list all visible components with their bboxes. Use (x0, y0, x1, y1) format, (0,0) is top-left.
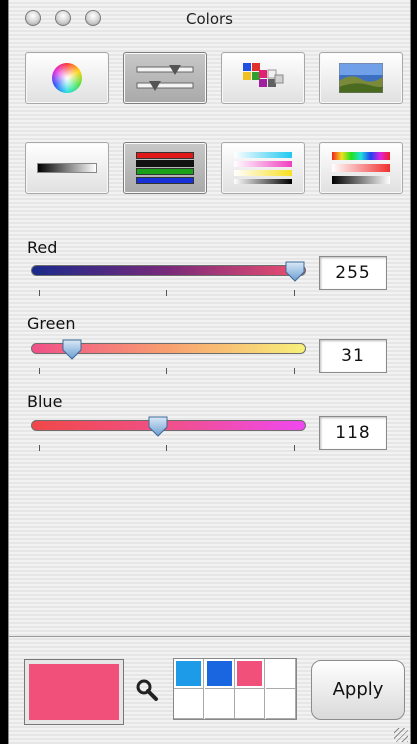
magnifier-icon[interactable] (135, 678, 159, 702)
red-tick (294, 290, 295, 296)
hsb-bars-icon (332, 152, 390, 184)
color-palettes-mode-button[interactable] (221, 52, 305, 104)
apply-button[interactable]: Apply (311, 660, 405, 720)
color-palettes-icon (243, 63, 284, 87)
blue-tick (294, 445, 295, 451)
bottom-divider (9, 636, 410, 637)
title-bar: Colors (9, 0, 410, 40)
cmyk-bars-icon (234, 152, 292, 184)
color-swatch[interactable] (174, 689, 204, 719)
red-tick (166, 290, 167, 296)
red-slider-track[interactable] (31, 265, 306, 276)
green-tick (166, 368, 167, 374)
blue-tick (39, 445, 40, 451)
color-wheel-icon (52, 63, 82, 93)
color-sliders-mode-button[interactable] (123, 52, 207, 104)
image-palettes-mode-button[interactable] (319, 52, 403, 104)
blue-label: Blue (27, 392, 63, 411)
color-swatch[interactable] (235, 689, 265, 719)
red-value-field[interactable]: 255 (319, 256, 387, 290)
green-tick (294, 368, 295, 374)
hsb-sliders-mode-button[interactable] (319, 142, 403, 194)
color-swatch[interactable] (174, 659, 204, 689)
resize-grip[interactable] (394, 728, 408, 742)
red-tick (39, 290, 40, 296)
sliders-icon (136, 65, 194, 91)
blue-tick (166, 445, 167, 451)
window-title: Colors (186, 10, 233, 28)
grayscale-gradient-icon (37, 163, 97, 173)
color-swatch[interactable] (265, 659, 296, 689)
green-tick (39, 368, 40, 374)
green-slider-knob[interactable] (61, 338, 83, 360)
blue-slider-knob[interactable] (147, 415, 169, 437)
color-swatch[interactable] (235, 659, 265, 689)
grayscale-slider-mode-button[interactable] (25, 142, 109, 194)
green-value-field[interactable]: 31 (319, 339, 387, 373)
landscape-image-icon (339, 63, 383, 93)
red-slider-knob[interactable] (284, 260, 306, 282)
color-wheel-mode-button[interactable] (25, 52, 109, 104)
colors-window: Colors Red 255 Green 31 Blue 118 Apply (8, 0, 411, 744)
rgb-sliders-mode-button[interactable] (123, 142, 207, 194)
rgb-bars-icon (136, 152, 194, 184)
color-swatch[interactable] (204, 659, 235, 689)
color-swatch-grid (173, 658, 297, 720)
green-label: Green (27, 314, 76, 333)
red-label: Red (27, 238, 58, 257)
color-swatch[interactable] (265, 689, 296, 719)
cmyk-sliders-mode-button[interactable] (221, 142, 305, 194)
blue-value-field[interactable]: 118 (319, 416, 387, 450)
color-swatch[interactable] (204, 689, 235, 719)
current-color-well[interactable] (24, 659, 124, 725)
